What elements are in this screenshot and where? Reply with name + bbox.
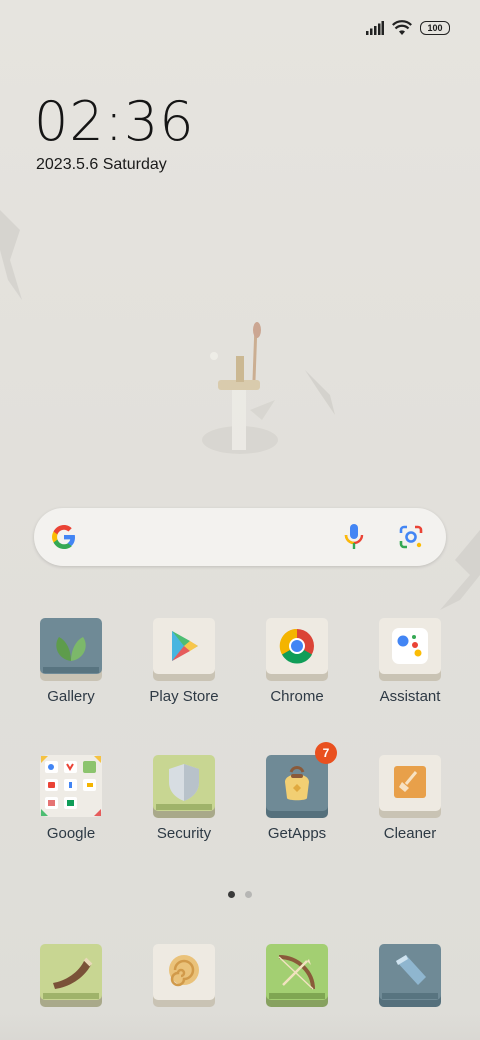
page-dot-2[interactable] — [245, 891, 252, 898]
google-search-bar[interactable] — [34, 508, 446, 566]
app-security[interactable]: Security — [129, 754, 239, 842]
play-store-icon — [152, 617, 216, 681]
google-lens-icon[interactable] — [398, 524, 424, 550]
app-label: Chrome — [270, 688, 324, 705]
clock-date[interactable]: 2023.5.6 Saturday — [36, 156, 167, 174]
page-indicator — [0, 891, 480, 898]
google-folder-icon — [39, 754, 103, 818]
app-label: Cleaner — [383, 825, 437, 842]
app-label: Play Store — [149, 688, 219, 705]
google-g-icon — [52, 525, 75, 549]
bow-icon — [265, 943, 329, 1007]
chrome-icon — [265, 617, 329, 681]
app-gallery[interactable]: Gallery — [16, 617, 126, 705]
wifi-icon — [392, 20, 412, 35]
dock-app-2[interactable] — [129, 943, 239, 1007]
security-icon — [152, 754, 216, 818]
dock-app-1[interactable] — [16, 943, 126, 1007]
getapps-icon: 7 — [265, 742, 337, 818]
app-play-store[interactable]: Play Store — [129, 617, 239, 705]
app-label: Gallery — [47, 688, 95, 705]
assistant-icon — [378, 617, 442, 681]
app-label: GetApps — [267, 825, 327, 842]
app-cleaner[interactable]: Cleaner — [355, 754, 465, 842]
app-folder-google[interactable]: Google — [16, 754, 126, 842]
app-assistant[interactable]: Assistant — [355, 617, 465, 705]
dock-app-4[interactable] — [355, 943, 465, 1007]
battery-icon: 100 — [420, 21, 450, 35]
page-dot-1[interactable] — [228, 891, 235, 898]
app-chrome[interactable]: Chrome — [242, 617, 352, 705]
dock-reflection — [0, 1012, 480, 1040]
battery-level: 100 — [427, 22, 443, 33]
horn-icon — [39, 943, 103, 1007]
app-label: Assistant — [379, 688, 441, 705]
status-bar: 100 — [366, 18, 450, 38]
app-label: Google — [46, 825, 96, 842]
snail-shell-icon — [152, 943, 216, 1007]
app-label: Security — [156, 825, 212, 842]
signal-icon — [366, 21, 384, 35]
cleaner-icon — [378, 754, 442, 818]
dock-app-3[interactable] — [242, 943, 352, 1007]
flashlight-icon — [378, 943, 442, 1007]
microphone-icon[interactable] — [342, 523, 366, 551]
gallery-icon — [39, 617, 103, 681]
notification-badge: 7 — [315, 742, 337, 764]
clock-time[interactable]: 02:36 — [34, 90, 195, 153]
app-getapps[interactable]: 7 GetApps — [242, 742, 352, 842]
sword-in-stone-illustration — [202, 322, 278, 454]
